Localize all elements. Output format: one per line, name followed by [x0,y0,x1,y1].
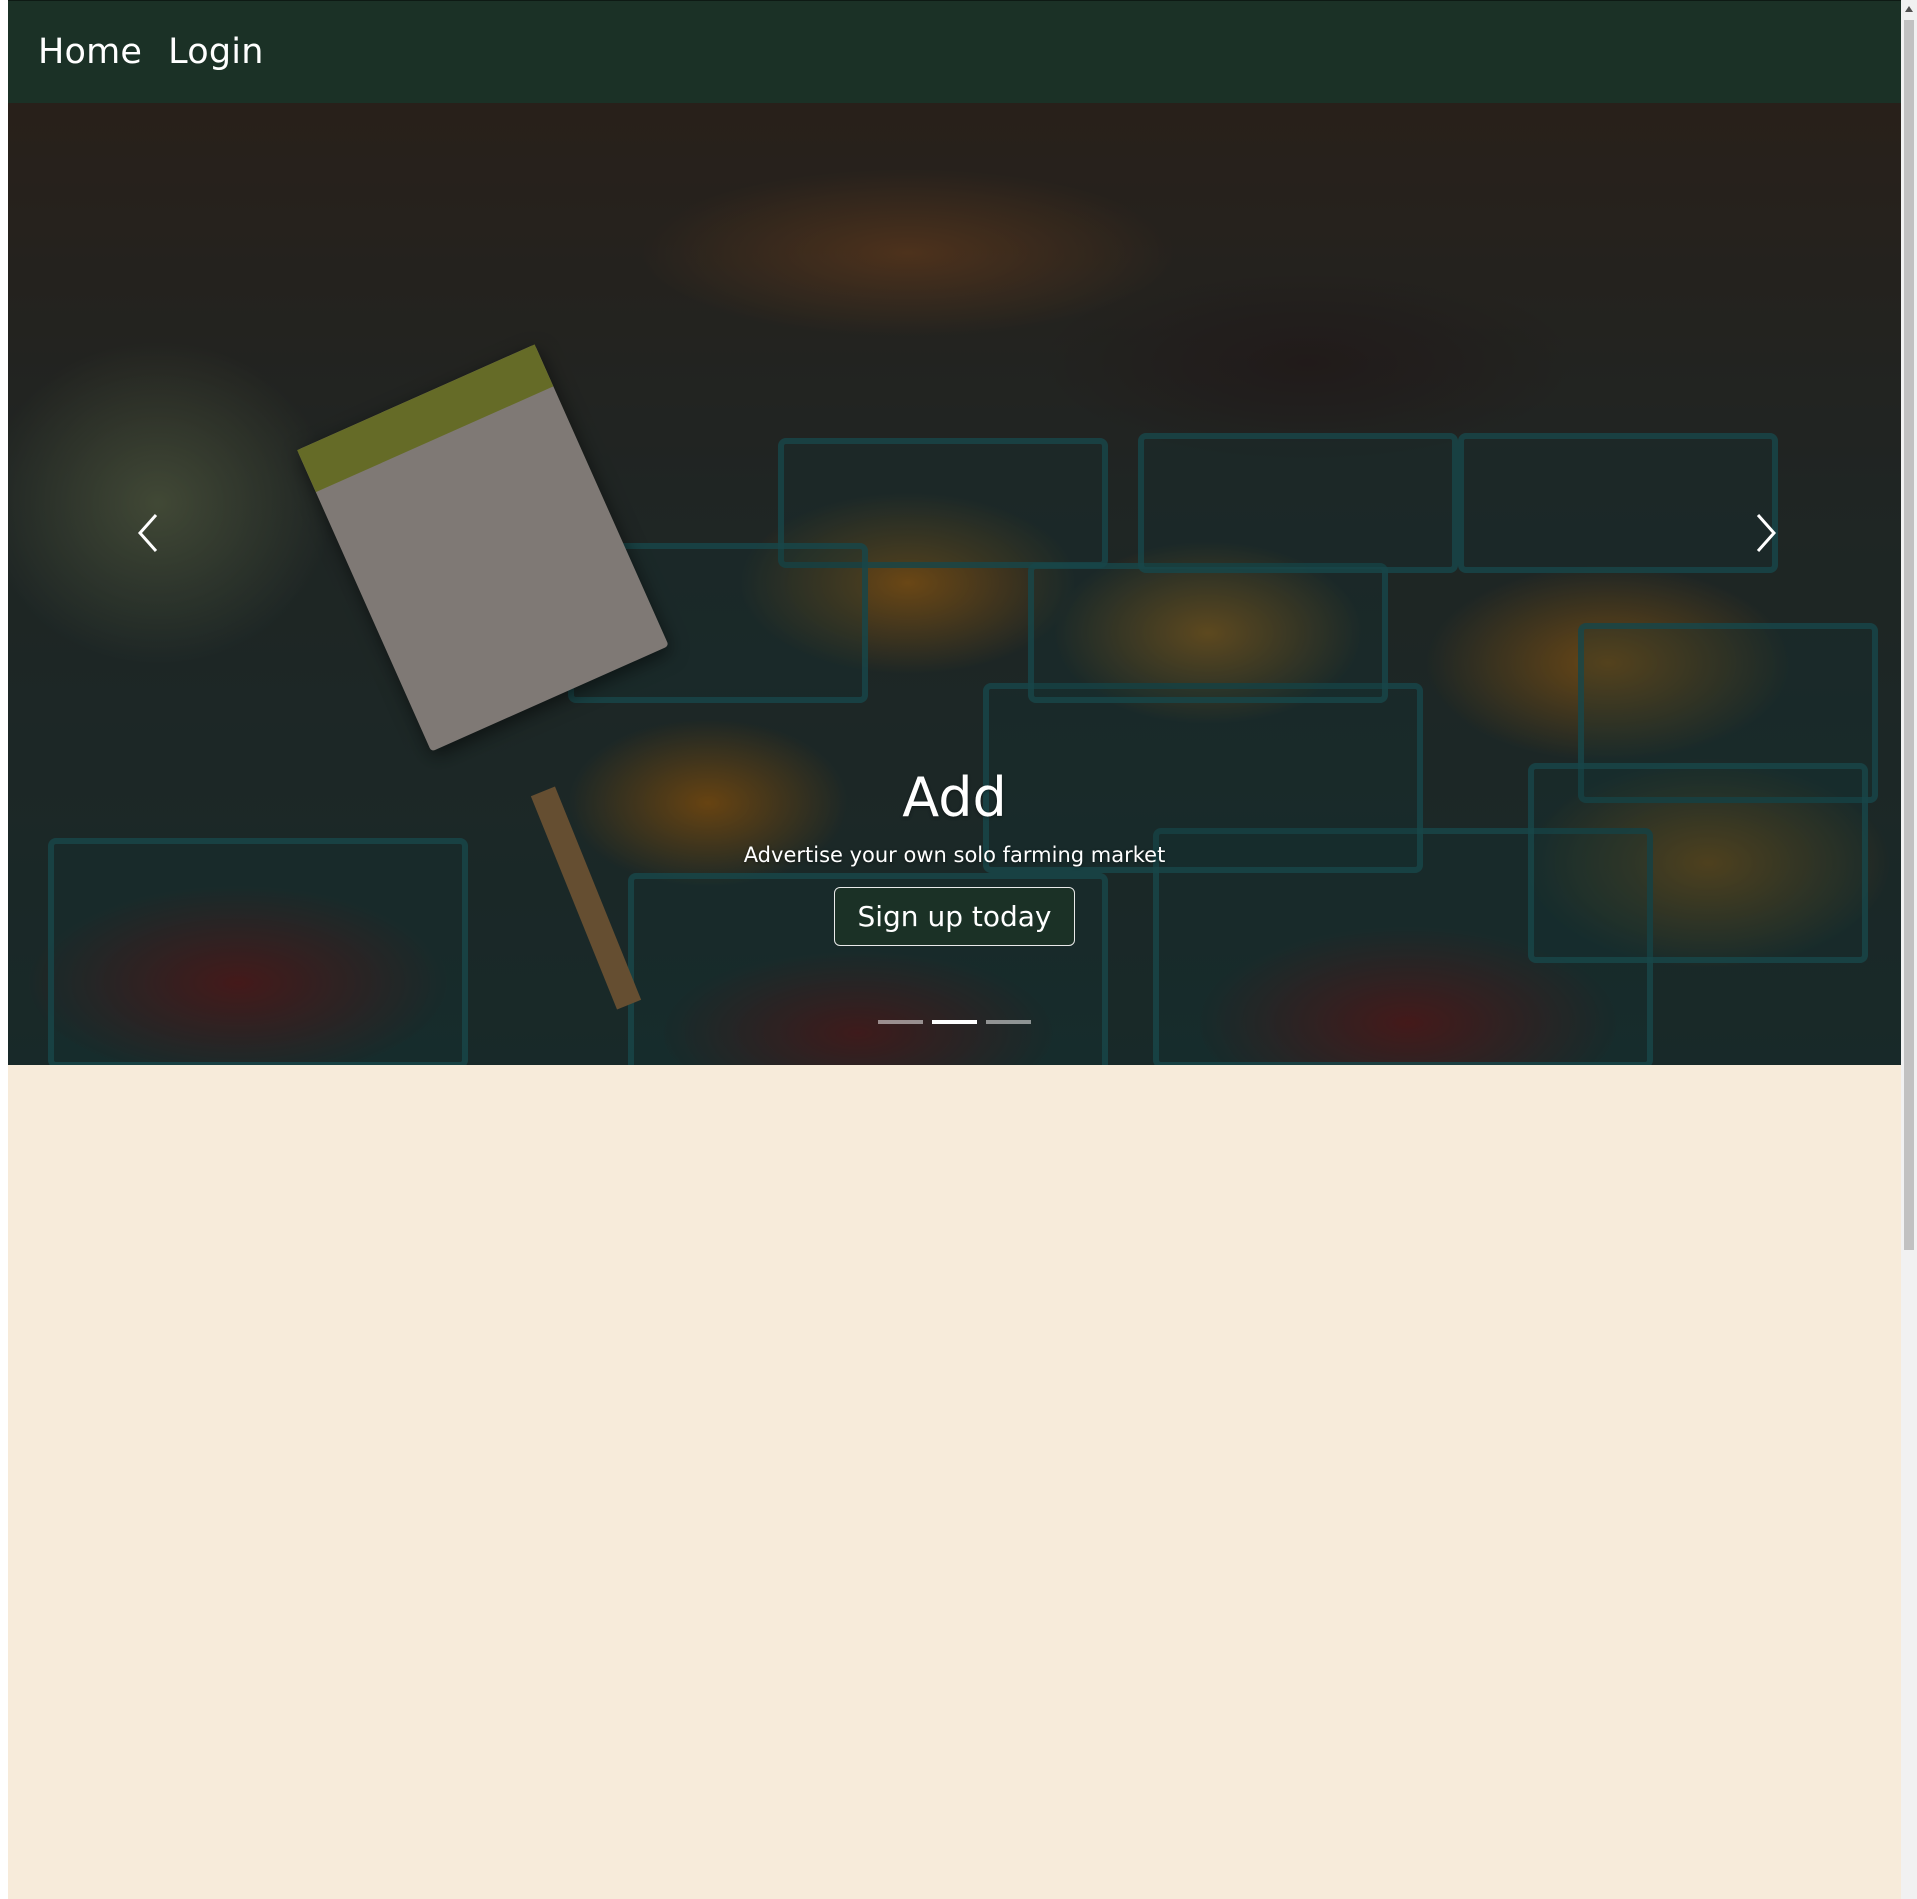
scroll-up-arrow-icon[interactable] [1901,0,1917,18]
slide-description: Advertise your own solo farming market [743,843,1166,867]
carousel-indicator-1[interactable] [878,1020,923,1024]
carousel-prev-button[interactable] [118,503,178,563]
carousel-indicator-3[interactable] [986,1020,1031,1024]
carousel-indicator-2[interactable] [932,1020,977,1024]
left-edge [0,0,8,1899]
sign-up-button[interactable]: Sign up today [834,887,1075,946]
carousel-caption: Add Advertise your own solo farming mark… [8,763,1901,946]
vertical-scrollbar[interactable] [1901,0,1917,1899]
navbar: Home Login [8,0,1901,103]
page-body: Home Login Add Advertise your own solo f… [8,0,1901,1899]
nav-home-link[interactable]: Home [38,32,142,72]
scrollbar-thumb[interactable] [1904,20,1914,1250]
slide-title: Add [902,766,1007,829]
chevron-left-icon [137,514,158,552]
hero-carousel: Add Advertise your own solo farming mark… [8,103,1901,1065]
carousel-indicators [878,1020,1031,1024]
nav-login-link[interactable]: Login [168,32,263,72]
chevron-right-icon [1756,514,1777,552]
carousel-next-button[interactable] [1736,503,1796,563]
